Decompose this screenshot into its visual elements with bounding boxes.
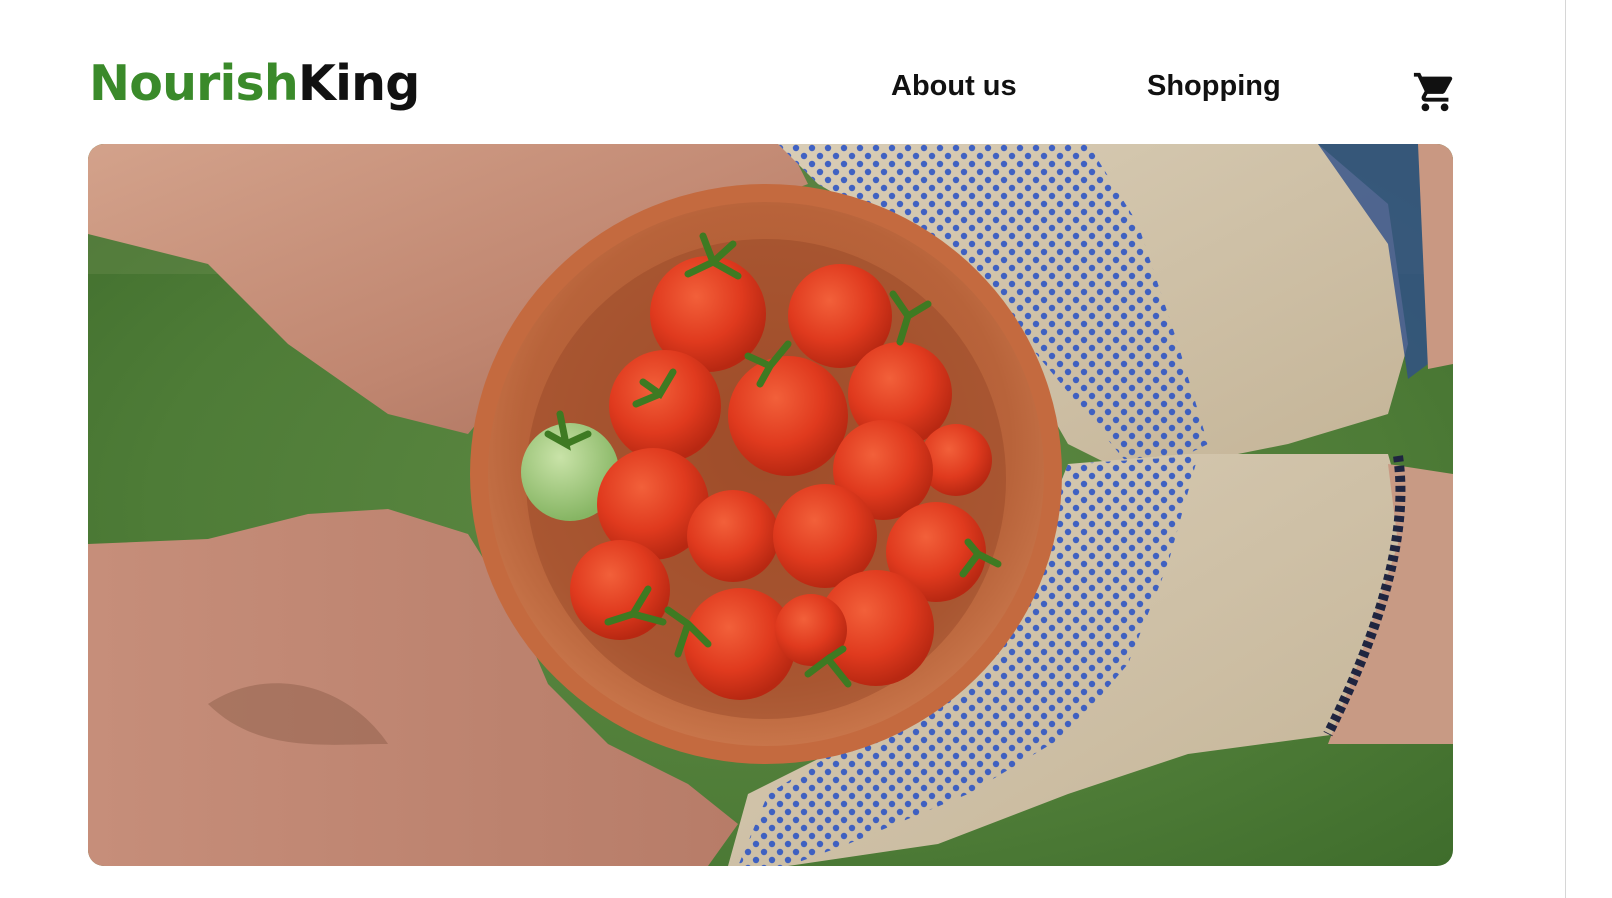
hero-photo bbox=[88, 144, 1453, 866]
shopping-cart-icon[interactable] bbox=[1412, 69, 1458, 115]
scrollbar[interactable] bbox=[1565, 0, 1612, 898]
nav-shopping[interactable]: Shopping bbox=[1147, 68, 1281, 104]
logo-main-text: King bbox=[297, 55, 420, 112]
page: NourishKing About us Shopping bbox=[0, 0, 1612, 898]
nav-about-us[interactable]: About us bbox=[891, 68, 1017, 104]
logo-accent-text: Nourish bbox=[89, 55, 299, 112]
logo[interactable]: NourishKing bbox=[89, 52, 420, 116]
